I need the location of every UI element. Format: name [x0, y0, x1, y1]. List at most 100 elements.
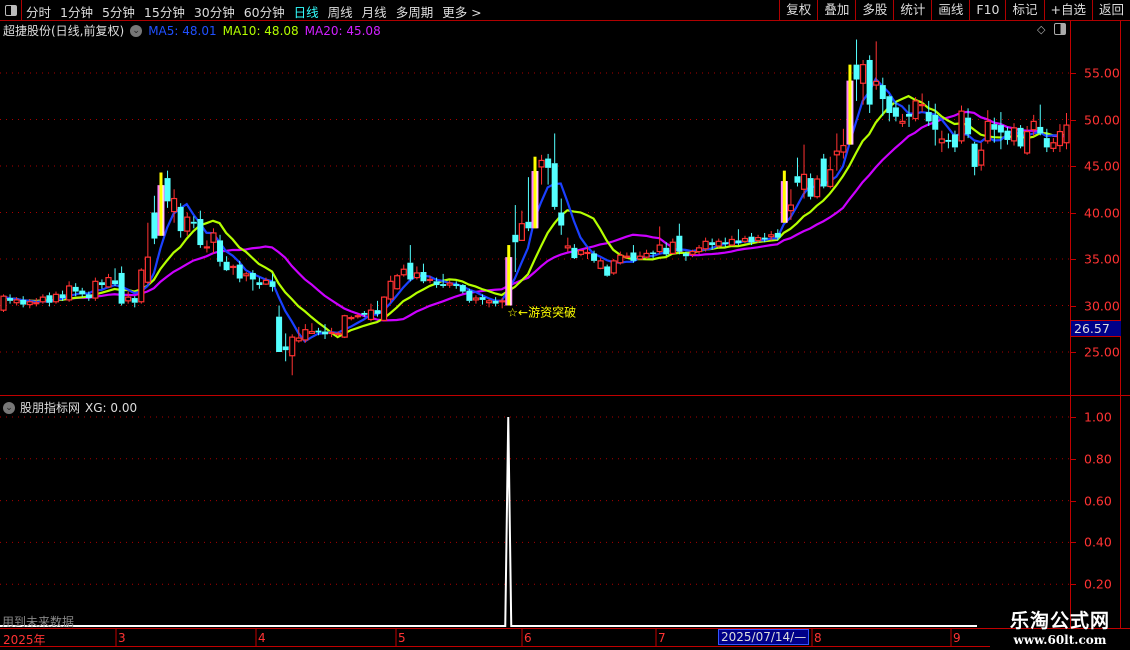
- candle-up: [1030, 120, 1037, 131]
- signal-bar-white: [536, 171, 538, 229]
- indicator-tick-label: 0.80: [1084, 451, 1112, 467]
- candle-down: [453, 284, 460, 286]
- indicator-tick-label: 0.20: [1084, 576, 1112, 592]
- candle-down: [886, 96, 893, 113]
- candle-down: [630, 252, 637, 261]
- candle-down: [217, 240, 224, 262]
- candle-up: [912, 100, 919, 120]
- candle-down: [98, 282, 105, 286]
- candle-down: [72, 286, 79, 292]
- candle-up: [656, 244, 663, 253]
- chart-canvas[interactable]: ☆←游资突破: [0, 0, 1070, 650]
- candle-down: [794, 176, 801, 183]
- indicator-tick-label: 0.40: [1084, 534, 1112, 550]
- date-label: 2025年: [3, 633, 46, 647]
- indicator-tick-label: 0.60: [1084, 493, 1112, 509]
- candle-up: [695, 247, 703, 253]
- candle-down: [932, 114, 939, 130]
- candle-up: [669, 241, 676, 255]
- candle-up: [308, 330, 316, 335]
- candle-up: [1010, 127, 1018, 142]
- candle-up: [171, 197, 178, 213]
- candle-down: [735, 240, 742, 244]
- current-price-label: 26.57: [1071, 320, 1121, 337]
- date-label: 8: [814, 631, 822, 645]
- candle-up: [741, 237, 749, 242]
- candle-down: [151, 212, 158, 239]
- price-tick-label: 45.00: [1084, 158, 1120, 174]
- candle-up: [689, 250, 696, 255]
- candle-up: [446, 282, 453, 286]
- price-tick-label: 55.00: [1084, 65, 1120, 81]
- candle-down: [991, 124, 998, 130]
- candle-down: [892, 107, 899, 117]
- candle-up: [354, 315, 361, 318]
- signal-bar-white: [162, 185, 164, 236]
- candle-down: [276, 316, 283, 352]
- future-data-note: 用到未来数据: [2, 615, 75, 629]
- candle-up: [1050, 142, 1057, 149]
- date-label: 4: [258, 631, 266, 645]
- candle-up: [564, 245, 571, 249]
- chevron-down-icon[interactable]: ⌄: [3, 401, 15, 414]
- candle-down: [866, 59, 873, 105]
- price-tick: [1071, 73, 1076, 74]
- candle-up: [827, 169, 834, 188]
- candle-down: [85, 294, 92, 299]
- candle-down: [965, 117, 972, 135]
- candle-up: [833, 150, 840, 156]
- date-axis: 2025年 3 4 5 6 7 2025/07/14/— 8 9: [0, 629, 1070, 647]
- candle-down: [951, 134, 958, 148]
- candle-up: [144, 256, 151, 283]
- candle-up: [577, 250, 585, 255]
- back-button[interactable]: 返回: [1091, 0, 1130, 20]
- price-tick: [1071, 212, 1076, 214]
- price-tick-label: 40.00: [1084, 205, 1120, 220]
- date-label: 9: [953, 631, 961, 645]
- candle-down: [820, 158, 827, 187]
- candle-up: [184, 216, 191, 232]
- candle-down: [682, 253, 689, 257]
- candle-up: [26, 301, 33, 306]
- date-label: 3: [118, 631, 126, 645]
- price-tick: [1071, 305, 1076, 307]
- candle-down: [361, 312, 368, 315]
- candle-up: [426, 278, 434, 282]
- candle-down: [249, 272, 256, 280]
- price-tick: [1071, 352, 1076, 353]
- candle-up: [978, 149, 985, 166]
- candle-down: [512, 234, 519, 243]
- xg-value: XG: 0.00: [85, 400, 138, 415]
- candle-up: [597, 260, 604, 269]
- candle-up: [859, 64, 867, 84]
- candle-up: [52, 293, 60, 303]
- candle-down: [315, 330, 322, 333]
- signal-bar-white: [785, 181, 787, 223]
- watermark-logo: 乐淘公式网 www.60lt.com: [990, 606, 1130, 650]
- candle-down: [925, 112, 932, 122]
- candle-down: [774, 232, 781, 238]
- candle-down: [551, 163, 558, 207]
- candle-down: [20, 299, 27, 305]
- price-tick: [1071, 259, 1076, 260]
- candle-down: [197, 219, 204, 246]
- candle-up: [538, 159, 545, 168]
- signal-bar-yellow: [533, 156, 537, 229]
- signal-bar-yellow: [507, 245, 511, 306]
- candle-up: [643, 252, 650, 258]
- right-side-strip[interactable]: [1121, 21, 1130, 629]
- candle-down: [807, 178, 814, 197]
- candle-down: [256, 282, 263, 286]
- date-label: 6: [524, 631, 532, 645]
- candle-up: [230, 265, 237, 269]
- candle-down: [459, 285, 466, 292]
- candle-up: [472, 297, 480, 301]
- price-tick-label: 50.00: [1084, 112, 1120, 127]
- price-tick: [1071, 166, 1076, 167]
- signal-bar-yellow: [159, 172, 163, 236]
- signal-bar-white: [851, 80, 853, 145]
- candle-up: [610, 260, 617, 274]
- candle-down: [650, 252, 657, 254]
- candle-down: [190, 221, 197, 224]
- candle-up: [1024, 130, 1031, 154]
